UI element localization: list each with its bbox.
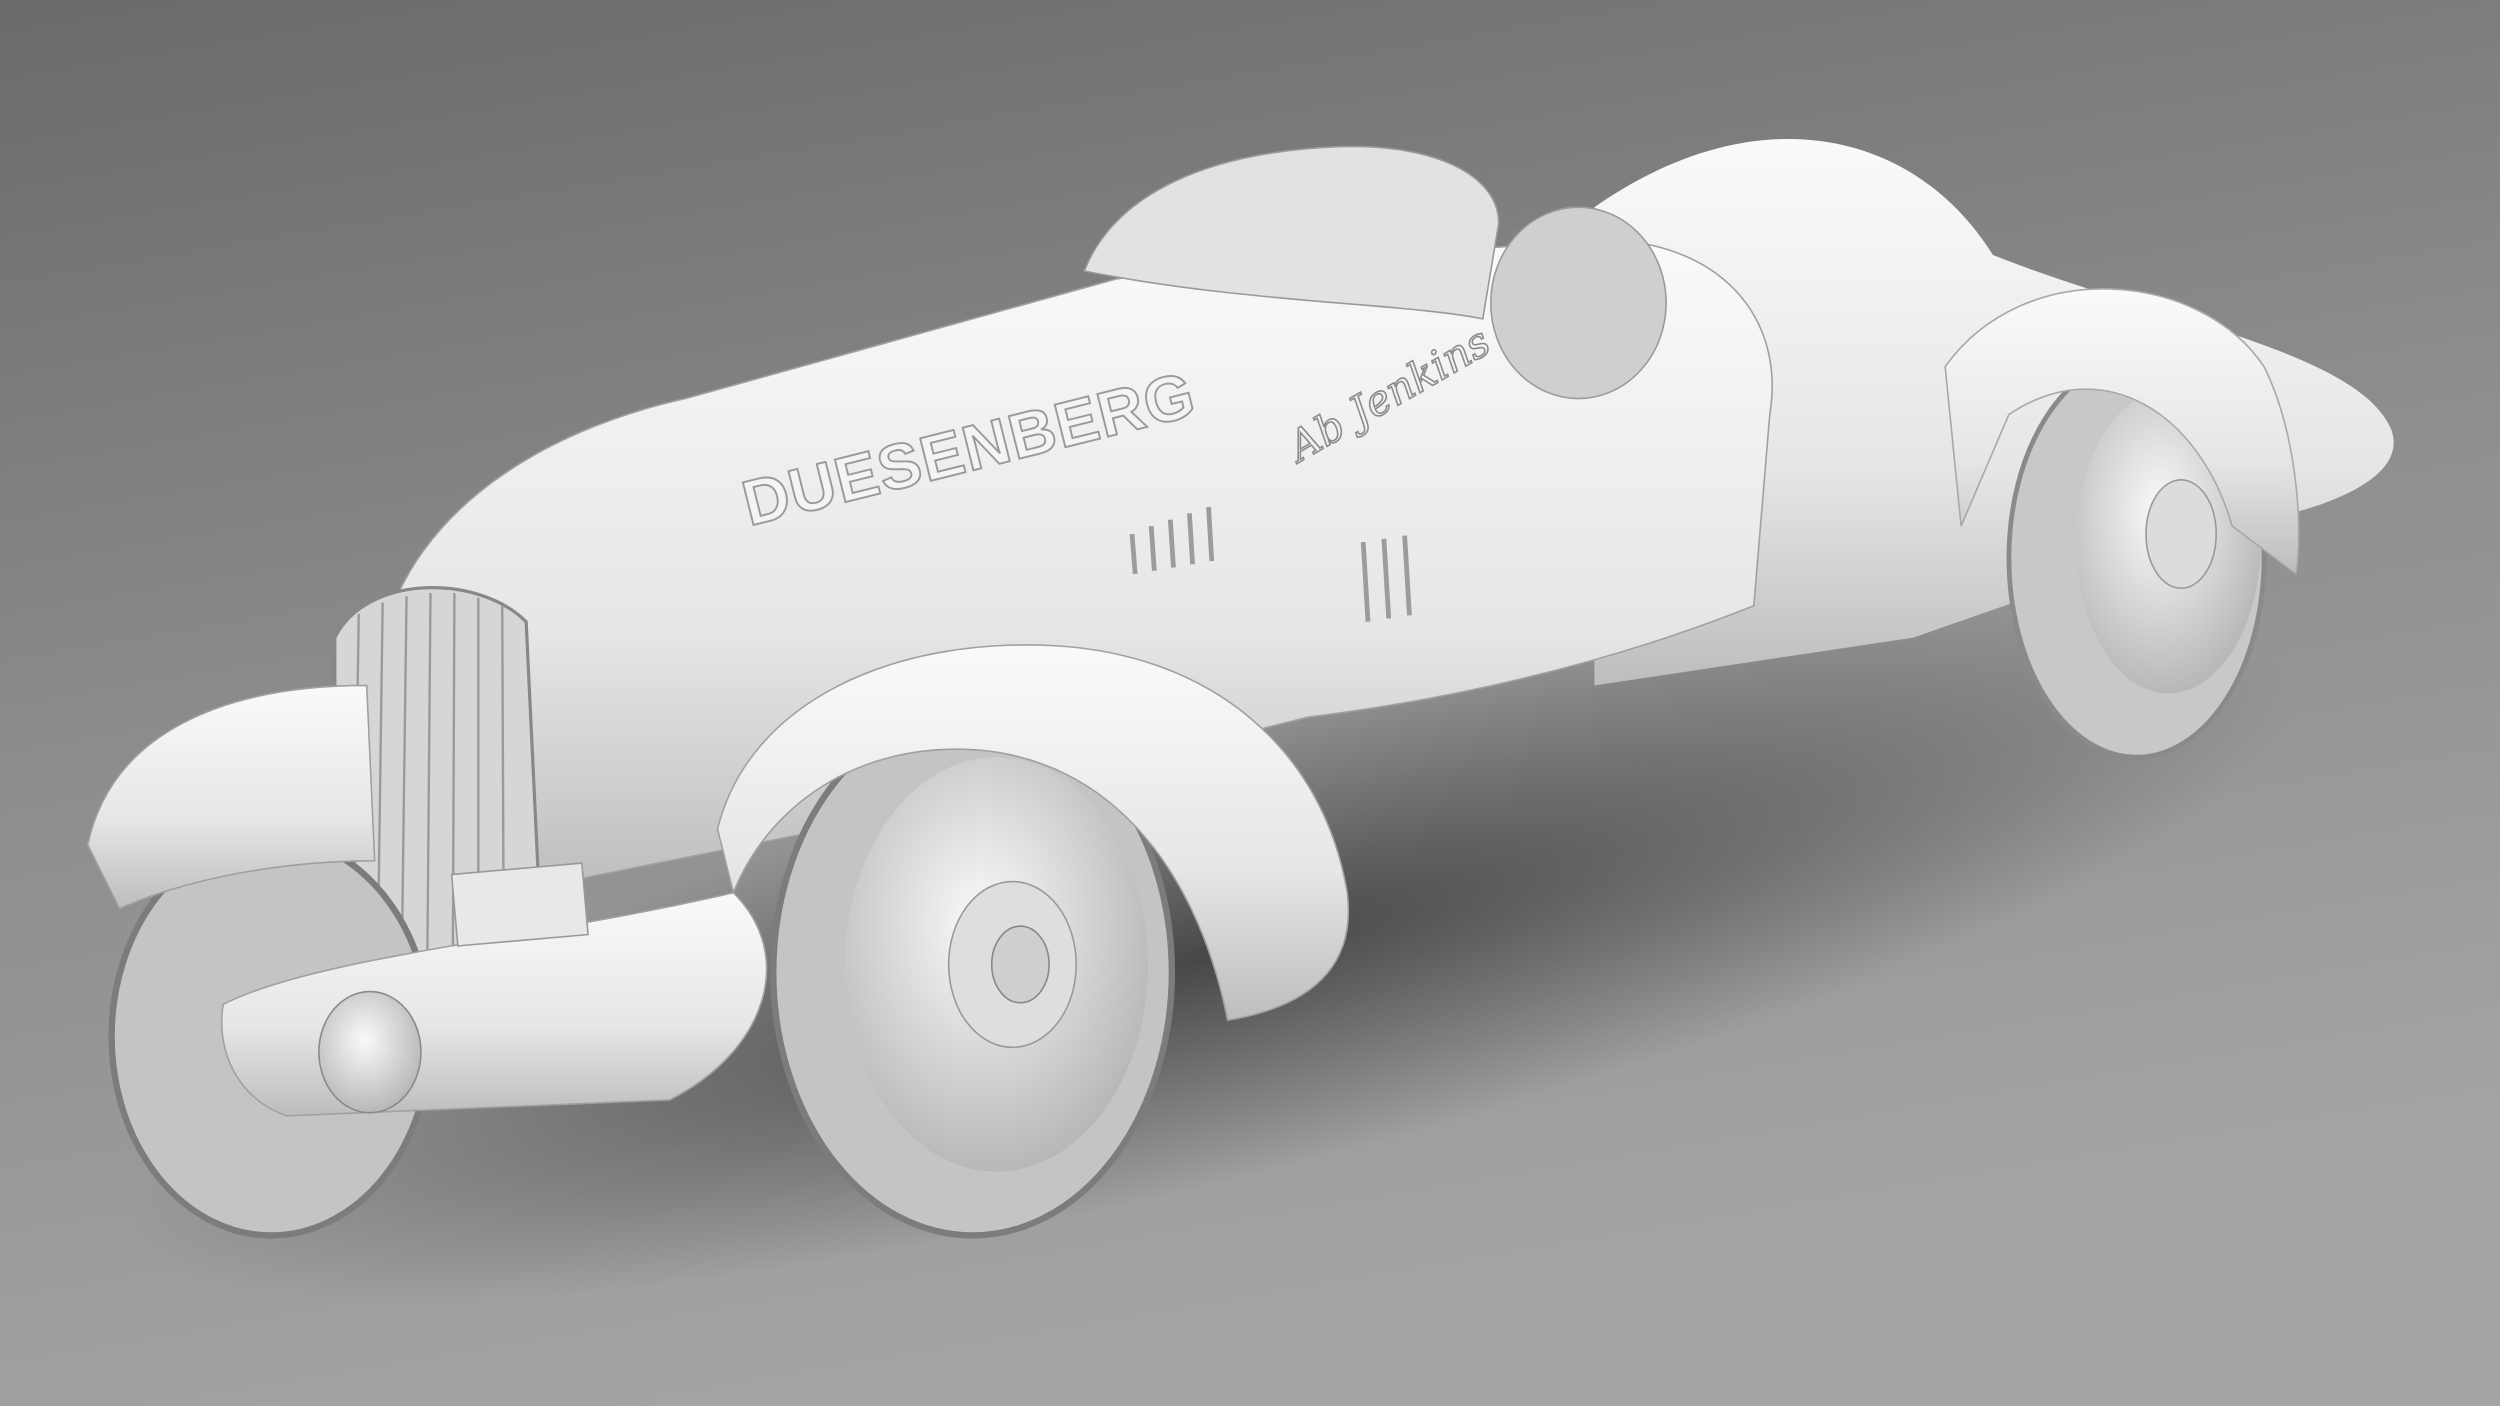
car-render-scene: DUESENBERG Ab Jenkins <box>0 0 2500 1406</box>
headlight <box>318 990 422 1114</box>
seat <box>1489 206 1667 400</box>
license-plate <box>450 862 589 947</box>
